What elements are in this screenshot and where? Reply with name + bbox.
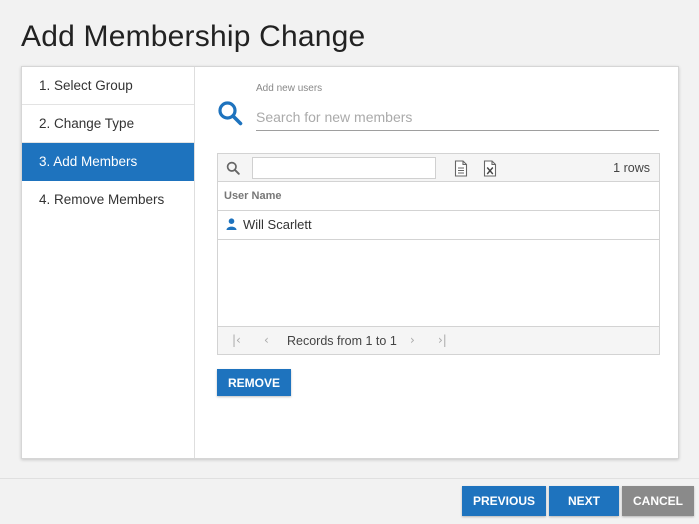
table-row[interactable]: Will Scarlett [218, 211, 659, 240]
grid-pager: |‹ ‹ Records from 1 to 1 › ›| [218, 326, 659, 354]
remove-button[interactable]: REMOVE [217, 369, 291, 396]
next-page-icon[interactable]: › [410, 333, 415, 347]
step-add-members[interactable]: 3. Add Members [22, 143, 194, 181]
grid-toolbar: 1 rows [218, 154, 659, 182]
wizard-footer: PREVIOUS NEXT CANCEL [0, 478, 699, 524]
step-select-group[interactable]: 1. Select Group [22, 67, 194, 105]
members-grid: 1 rows User Name Will Scarlett |‹ ‹ Reco… [217, 153, 660, 355]
previous-page-icon[interactable]: ‹ [264, 333, 269, 347]
last-page-icon[interactable]: ›| [438, 333, 447, 347]
wizard-steps: 1. Select Group 2. Change Type 3. Add Me… [22, 67, 195, 458]
wizard-panel: 1. Select Group 2. Change Type 3. Add Me… [21, 66, 679, 459]
user-icon [226, 218, 237, 230]
grid-search-icon [226, 161, 240, 175]
document-icon[interactable] [454, 160, 468, 177]
new-member-search-input[interactable] [256, 103, 659, 131]
step-content: Add new users Search for new members 1 r… [195, 67, 678, 458]
user-name-cell: Will Scarlett [243, 217, 312, 232]
search-icon[interactable] [217, 100, 243, 126]
step-change-type[interactable]: 2. Change Type [22, 105, 194, 143]
column-header-user-name[interactable]: User Name [218, 182, 659, 211]
rows-count: 1 rows [613, 161, 650, 175]
page-title: Add Membership Change [21, 20, 366, 53]
pager-text: Records from 1 to 1 [287, 334, 397, 348]
previous-button[interactable]: PREVIOUS [462, 486, 546, 516]
first-page-icon[interactable]: |‹ [232, 333, 241, 347]
step-remove-members[interactable]: 4. Remove Members [22, 181, 194, 219]
next-button[interactable]: NEXT [549, 486, 619, 516]
excel-icon[interactable] [483, 160, 497, 177]
search-label: Add new users [256, 83, 323, 94]
cancel-button[interactable]: CANCEL [622, 486, 694, 516]
grid-filter-input[interactable] [252, 157, 436, 179]
